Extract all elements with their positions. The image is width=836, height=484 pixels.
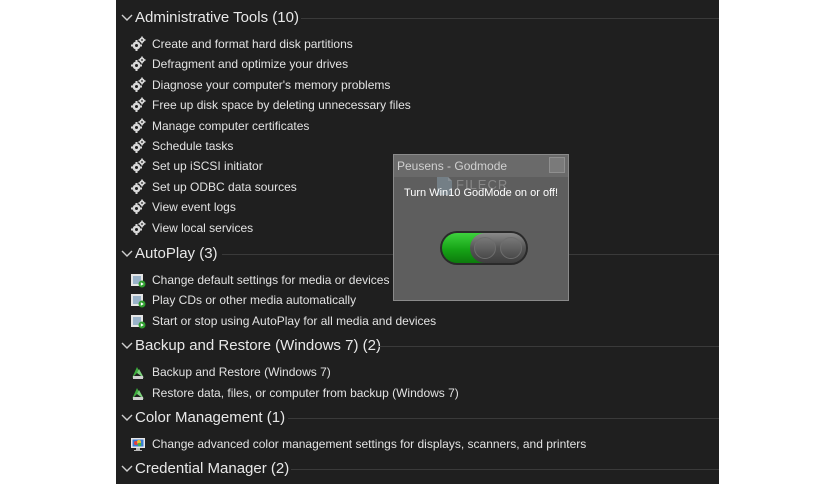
chevron-down-icon[interactable] <box>120 246 134 260</box>
toggle-knob[interactable] <box>470 233 526 263</box>
dialog-titlebar[interactable]: Peusens - Godmode <box>394 155 568 177</box>
gear-icon <box>131 36 146 51</box>
list-item[interactable]: Diagnose your computer's memory problems <box>130 76 690 94</box>
chevron-down-icon[interactable] <box>120 338 134 352</box>
godmode-toggle-switch[interactable] <box>440 231 528 265</box>
group-header-backup-restore[interactable]: Backup and Restore (Windows 7) (2) <box>116 335 719 357</box>
list-item-label: Manage computer certificates <box>152 119 310 133</box>
group-title: Color Management (1) <box>135 409 286 426</box>
backup-restore-icon <box>132 388 144 400</box>
autoplay-icon <box>131 315 146 329</box>
list-item-label: Play CDs or other media automatically <box>152 293 357 307</box>
list-item-label: Schedule tasks <box>152 139 234 153</box>
list-item-label: Defragment and optimize your drives <box>152 57 349 71</box>
list-item-label: Start or stop using AutoPlay for all med… <box>152 314 437 328</box>
backup-restore-icon <box>132 367 144 379</box>
group-title: Credential Manager (2) <box>135 460 290 477</box>
group-divider <box>301 18 719 19</box>
group-title: Administrative Tools (10) <box>135 9 299 26</box>
autoplay-icon <box>131 274 146 288</box>
list-item-label: Set up iSCSI initiator <box>152 159 263 173</box>
gear-icon <box>131 220 146 235</box>
godmode-dialog: Peusens - Godmode FILECR Turn Win10 GodM… <box>393 154 569 301</box>
list-item[interactable]: Start or stop using AutoPlay for all med… <box>130 312 690 330</box>
group-header-administrative-tools[interactable]: Administrative Tools (10) <box>116 7 719 29</box>
group-header-credential-manager[interactable]: Credential Manager (2) <box>116 458 719 480</box>
list-item[interactable]: Schedule tasks <box>130 137 690 155</box>
list-item[interactable]: Change advanced color management setting… <box>130 435 690 453</box>
group-header-color-management[interactable]: Color Management (1) <box>116 407 719 429</box>
list-item[interactable]: Manage computer certificates <box>130 117 690 135</box>
list-item[interactable]: Defragment and optimize your drives <box>130 55 690 73</box>
list-item-label: Create and format hard disk partitions <box>152 37 353 51</box>
chevron-down-icon[interactable] <box>120 461 134 475</box>
gear-icon <box>131 97 146 112</box>
dialog-title: Peusens - Godmode <box>397 159 508 173</box>
list-item[interactable]: Create and format hard disk partitions <box>130 35 690 53</box>
gear-icon <box>131 118 146 133</box>
group-divider <box>378 346 719 347</box>
gear-icon <box>131 158 146 173</box>
gear-icon <box>131 56 146 71</box>
gear-icon <box>131 77 146 92</box>
list-item[interactable]: Restore data, files, or computer from ba… <box>130 384 690 402</box>
gear-icon <box>131 179 146 194</box>
close-button[interactable] <box>549 157 565 173</box>
group-divider <box>291 469 719 470</box>
list-item-label: View local services <box>152 221 254 235</box>
list-item-label: Change default settings for media or dev… <box>152 273 390 287</box>
list-item-label: Restore data, files, or computer from ba… <box>152 386 459 400</box>
knob-grip-left <box>474 237 496 259</box>
chevron-down-icon[interactable] <box>120 410 134 424</box>
autoplay-icon <box>131 294 146 308</box>
list-item-label: Free up disk space by deleting unnecessa… <box>152 98 411 112</box>
list-item[interactable]: Free up disk space by deleting unnecessa… <box>130 96 690 114</box>
list-item-label: Change advanced color management setting… <box>152 437 587 451</box>
dialog-message: Turn Win10 GodMode on or off! <box>403 187 559 199</box>
gear-icon <box>131 138 146 153</box>
color-management-icon <box>131 438 145 451</box>
chevron-down-icon[interactable] <box>120 10 134 24</box>
list-item-label: View event logs <box>152 200 236 214</box>
list-item-label: Diagnose your computer's memory problems <box>152 78 391 92</box>
list-item-label: Backup and Restore (Windows 7) <box>152 365 331 379</box>
gear-icon <box>131 199 146 214</box>
knob-grip-right <box>500 237 522 259</box>
group-title: AutoPlay (3) <box>135 245 218 262</box>
list-item-label: Set up ODBC data sources <box>152 180 297 194</box>
list-item[interactable]: Backup and Restore (Windows 7) <box>130 363 690 381</box>
group-title: Backup and Restore (Windows 7) (2) <box>135 337 381 354</box>
group-divider <box>288 418 719 419</box>
